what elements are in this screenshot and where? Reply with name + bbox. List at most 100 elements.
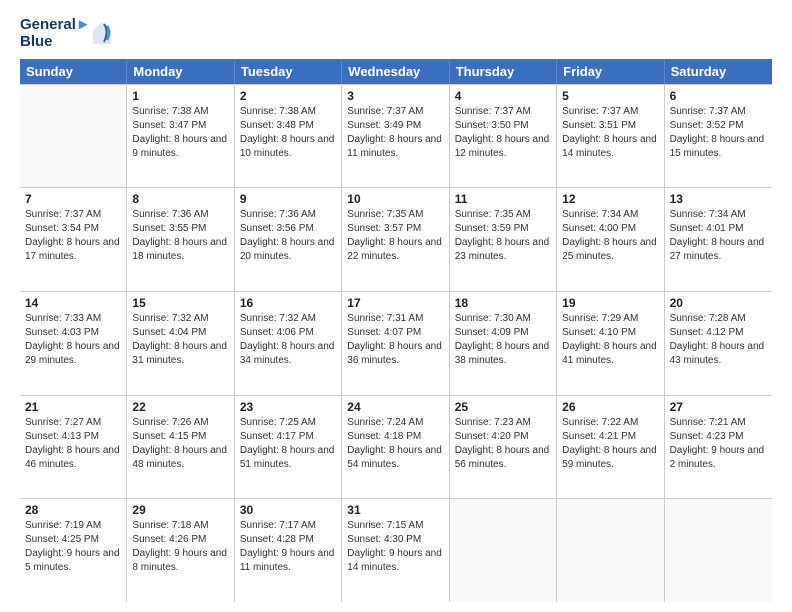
- calendar-cell: 25Sunrise: 7:23 AM Sunset: 4:20 PM Dayli…: [450, 396, 557, 499]
- cell-info: Sunrise: 7:37 AM Sunset: 3:54 PM Dayligh…: [25, 209, 120, 262]
- calendar-cell: 2 Sunrise: 7:38 AM Sunset: 3:48 PM Daylig…: [235, 85, 342, 188]
- cell-info: Sunrise: 7:31 AM Sunset: 4:07 PM Dayligh…: [347, 313, 442, 366]
- calendar-cell: [450, 499, 557, 602]
- calendar-cell: 6 Sunrise: 7:37 AM Sunset: 3:52 PM Daylig…: [665, 85, 772, 188]
- calendar-cell: 11 Sunrise: 7:35 AM Sunset: 3:59 PM Dayli…: [450, 188, 557, 291]
- day-number: 31: [347, 503, 443, 517]
- calendar-cell: 21Sunrise: 7:27 AM Sunset: 4:13 PM Dayli…: [20, 396, 127, 499]
- day-number: 29: [132, 503, 228, 517]
- day-number: 30: [240, 503, 336, 517]
- cell-info: Sunrise: 7:19 AM Sunset: 4:25 PM Dayligh…: [25, 520, 120, 573]
- calendar-cell: 17 Sunrise: 7:31 AM Sunset: 4:07 PM Dayli…: [342, 292, 449, 395]
- header-day-thursday: Thursday: [450, 59, 557, 84]
- calendar-cell: 31 Sunrise: 7:15 AM Sunset: 4:30 PM Dayli…: [342, 499, 449, 602]
- day-number: 20: [670, 296, 767, 310]
- day-number: 14: [25, 296, 121, 310]
- calendar-cell: [557, 499, 664, 602]
- day-number: 3: [347, 89, 443, 103]
- day-number: 10: [347, 192, 443, 206]
- logo-text: General►Blue: [20, 16, 91, 51]
- calendar-cell: [20, 85, 127, 188]
- calendar-cell: [665, 499, 772, 602]
- cell-info: Sunrise: 7:18 AM Sunset: 4:26 PM Dayligh…: [132, 520, 227, 573]
- cell-info: Sunrise: 7:32 AM Sunset: 4:04 PM Dayligh…: [132, 313, 227, 366]
- day-number: 17: [347, 296, 443, 310]
- day-number: 24: [347, 400, 443, 414]
- calendar-cell: 28 Sunrise: 7:19 AM Sunset: 4:25 PM Dayli…: [20, 499, 127, 602]
- day-number: 9: [240, 192, 336, 206]
- day-number: 28: [25, 503, 121, 517]
- cell-info: Sunrise: 7:29 AM Sunset: 4:10 PM Dayligh…: [562, 313, 657, 366]
- header-day-monday: Monday: [127, 59, 234, 84]
- cell-info: Sunrise: 7:28 AM Sunset: 4:12 PM Dayligh…: [670, 313, 765, 366]
- cell-info: Sunrise: 7:22 AM Sunset: 4:21 PM Dayligh…: [562, 417, 657, 470]
- cell-info: Sunrise: 7:17 AM Sunset: 4:28 PM Dayligh…: [240, 520, 335, 573]
- calendar-cell: 14 Sunrise: 7:33 AM Sunset: 4:03 PM Dayli…: [20, 292, 127, 395]
- calendar-cell: 9 Sunrise: 7:36 AM Sunset: 3:56 PM Daylig…: [235, 188, 342, 291]
- day-number: 5: [562, 89, 658, 103]
- calendar-cell: 19 Sunrise: 7:29 AM Sunset: 4:10 PM Dayli…: [557, 292, 664, 395]
- cell-info: Sunrise: 7:25 AM Sunset: 4:17 PM Dayligh…: [240, 417, 335, 470]
- calendar-cell: 22 Sunrise: 7:26 AM Sunset: 4:15 PM Dayli…: [127, 396, 234, 499]
- cell-info: Sunrise: 7:37 AM Sunset: 3:51 PM Dayligh…: [562, 106, 657, 159]
- header-day-saturday: Saturday: [665, 59, 772, 84]
- day-number: 13: [670, 192, 767, 206]
- cell-info: Sunrise: 7:37 AM Sunset: 3:52 PM Dayligh…: [670, 106, 765, 159]
- calendar-cell: 10 Sunrise: 7:35 AM Sunset: 3:57 PM Dayli…: [342, 188, 449, 291]
- cell-info: Sunrise: 7:15 AM Sunset: 4:30 PM Dayligh…: [347, 520, 442, 573]
- day-number: 4: [455, 89, 551, 103]
- cell-info: Sunrise: 7:38 AM Sunset: 3:47 PM Dayligh…: [132, 106, 227, 159]
- cell-info: Sunrise: 7:35 AM Sunset: 3:57 PM Dayligh…: [347, 209, 442, 262]
- day-number: 23: [240, 400, 336, 414]
- cell-info: Sunrise: 7:37 AM Sunset: 3:50 PM Dayligh…: [455, 106, 550, 159]
- day-number: 19: [562, 296, 658, 310]
- day-number: 16: [240, 296, 336, 310]
- day-number: 12: [562, 192, 658, 206]
- logo-icon: [93, 22, 111, 44]
- calendar-cell: 1 Sunrise: 7:38 AM Sunset: 3:47 PM Daylig…: [127, 85, 234, 188]
- cell-info: Sunrise: 7:36 AM Sunset: 3:55 PM Dayligh…: [132, 209, 227, 262]
- calendar-cell: 7Sunrise: 7:37 AM Sunset: 3:54 PM Daylig…: [20, 188, 127, 291]
- day-number: 27: [670, 400, 767, 414]
- calendar-header: SundayMondayTuesdayWednesdayThursdayFrid…: [20, 59, 772, 84]
- day-number: 22: [132, 400, 228, 414]
- cell-info: Sunrise: 7:26 AM Sunset: 4:15 PM Dayligh…: [132, 417, 227, 470]
- calendar-cell: 27 Sunrise: 7:21 AM Sunset: 4:23 PM Dayli…: [665, 396, 772, 499]
- calendar-week-4: 21Sunrise: 7:27 AM Sunset: 4:13 PM Dayli…: [20, 396, 772, 500]
- calendar-week-3: 14 Sunrise: 7:33 AM Sunset: 4:03 PM Dayli…: [20, 292, 772, 396]
- day-number: 26: [562, 400, 658, 414]
- day-number: 8: [132, 192, 228, 206]
- day-number: 6: [670, 89, 767, 103]
- cell-info: Sunrise: 7:38 AM Sunset: 3:48 PM Dayligh…: [240, 106, 335, 159]
- cell-info: Sunrise: 7:27 AM Sunset: 4:13 PM Dayligh…: [25, 417, 120, 470]
- day-number: 18: [455, 296, 551, 310]
- cell-info: Sunrise: 7:32 AM Sunset: 4:06 PM Dayligh…: [240, 313, 335, 366]
- day-number: 1: [132, 89, 228, 103]
- cell-info: Sunrise: 7:33 AM Sunset: 4:03 PM Dayligh…: [25, 313, 120, 366]
- day-number: 11: [455, 192, 551, 206]
- header-day-sunday: Sunday: [20, 59, 127, 84]
- calendar-cell: 30 Sunrise: 7:17 AM Sunset: 4:28 PM Dayli…: [235, 499, 342, 602]
- page: General►Blue SundayMondayTuesdayWednesda…: [0, 0, 792, 612]
- calendar-cell: 18 Sunrise: 7:30 AM Sunset: 4:09 PM Dayli…: [450, 292, 557, 395]
- calendar-cell: 29 Sunrise: 7:18 AM Sunset: 4:26 PM Dayli…: [127, 499, 234, 602]
- calendar-cell: 4 Sunrise: 7:37 AM Sunset: 3:50 PM Daylig…: [450, 85, 557, 188]
- calendar-week-5: 28 Sunrise: 7:19 AM Sunset: 4:25 PM Dayli…: [20, 499, 772, 602]
- calendar-cell: 5 Sunrise: 7:37 AM Sunset: 3:51 PM Daylig…: [557, 85, 664, 188]
- cell-info: Sunrise: 7:34 AM Sunset: 4:00 PM Dayligh…: [562, 209, 657, 262]
- cell-info: Sunrise: 7:21 AM Sunset: 4:23 PM Dayligh…: [670, 417, 765, 470]
- header-day-wednesday: Wednesday: [342, 59, 449, 84]
- cell-info: Sunrise: 7:24 AM Sunset: 4:18 PM Dayligh…: [347, 417, 442, 470]
- calendar-cell: 12 Sunrise: 7:34 AM Sunset: 4:00 PM Dayli…: [557, 188, 664, 291]
- cell-info: Sunrise: 7:30 AM Sunset: 4:09 PM Dayligh…: [455, 313, 550, 366]
- calendar-cell: 16 Sunrise: 7:32 AM Sunset: 4:06 PM Dayli…: [235, 292, 342, 395]
- day-number: 15: [132, 296, 228, 310]
- cell-info: Sunrise: 7:36 AM Sunset: 3:56 PM Dayligh…: [240, 209, 335, 262]
- cell-info: Sunrise: 7:35 AM Sunset: 3:59 PM Dayligh…: [455, 209, 550, 262]
- day-number: 25: [455, 400, 551, 414]
- calendar-cell: 15 Sunrise: 7:32 AM Sunset: 4:04 PM Dayli…: [127, 292, 234, 395]
- calendar-week-1: 1 Sunrise: 7:38 AM Sunset: 3:47 PM Daylig…: [20, 84, 772, 189]
- calendar-cell: 3Sunrise: 7:37 AM Sunset: 3:49 PM Daylig…: [342, 85, 449, 188]
- day-number: 2: [240, 89, 336, 103]
- logo: General►Blue: [20, 16, 111, 51]
